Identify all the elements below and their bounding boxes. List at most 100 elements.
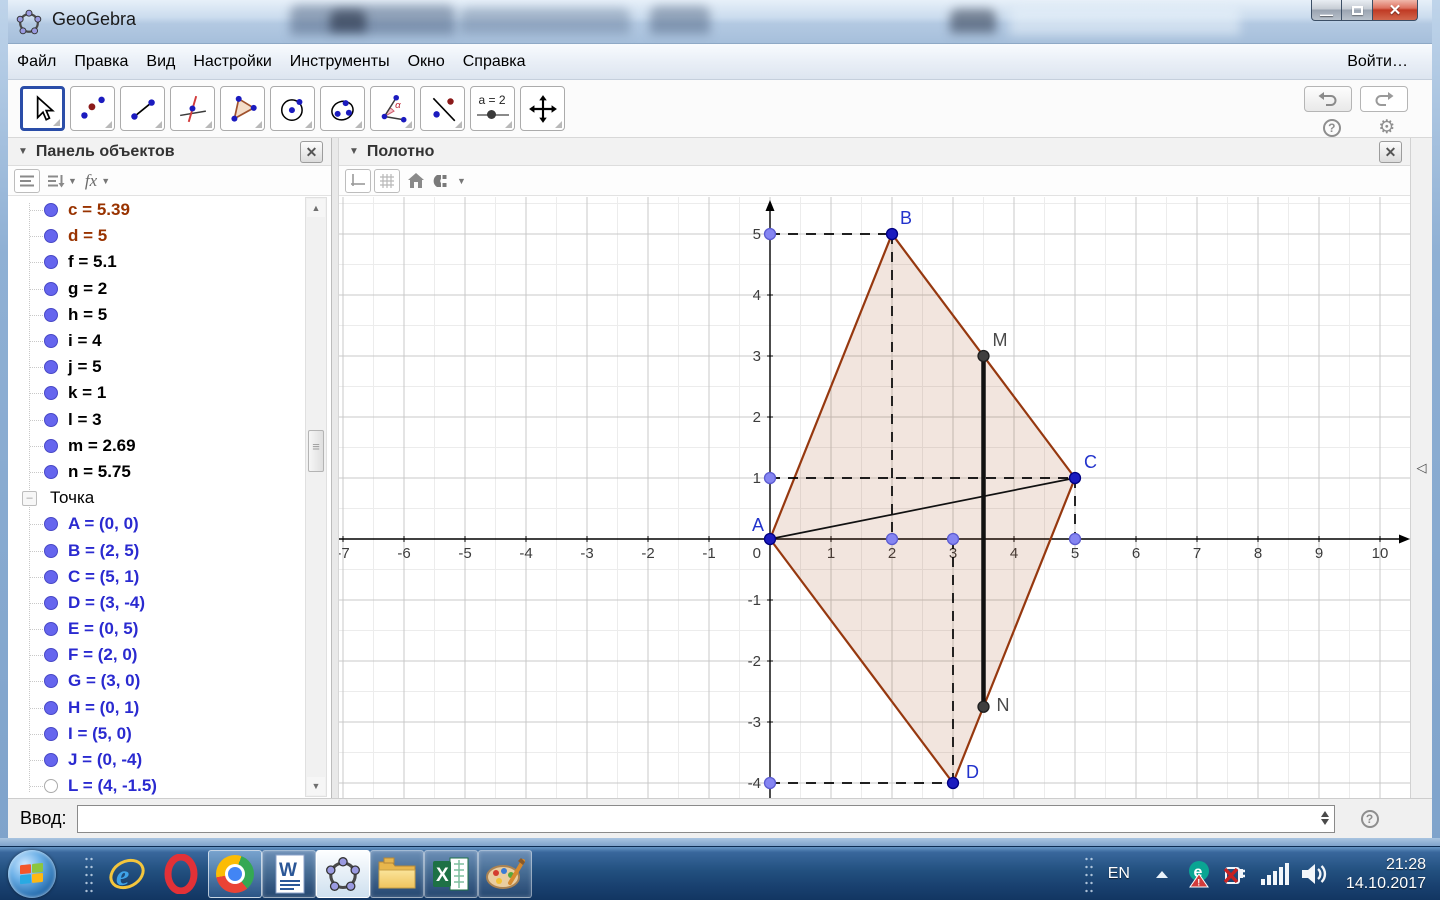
panel-splitter[interactable]: ◁ xyxy=(1410,138,1432,798)
fx-style-button[interactable]: fx ▼ xyxy=(85,171,110,191)
taskbar-paint-button[interactable] xyxy=(478,850,532,898)
taskbar-chrome-button[interactable] xyxy=(208,850,262,898)
scroll-down-icon[interactable]: ▼ xyxy=(307,777,325,795)
menu-file[interactable]: Файл xyxy=(8,53,65,71)
list-item[interactable]: g = 2 xyxy=(8,276,304,302)
menu-edit[interactable]: Правка xyxy=(65,53,137,71)
tool-slider-button[interactable]: a = 2 xyxy=(470,86,515,131)
list-item[interactable]: h = 5 xyxy=(8,302,304,328)
maximize-button[interactable] xyxy=(1342,0,1372,21)
object-visibility-dot[interactable] xyxy=(44,439,58,453)
power-plug-tray-icon[interactable] xyxy=(1222,861,1250,887)
tool-perpendicular-line-button[interactable] xyxy=(170,86,215,131)
object-visibility-dot[interactable] xyxy=(44,674,58,688)
help-icon[interactable]: ? xyxy=(1323,119,1341,137)
axes-toggle-button[interactable] xyxy=(345,169,371,193)
list-item[interactable]: n = 5.75 xyxy=(8,459,304,485)
tool-polygon-button[interactable] xyxy=(220,86,265,131)
taskbar-internet-explorer-button[interactable]: e xyxy=(100,850,154,898)
taskbar-excel-button[interactable]: X xyxy=(424,850,478,898)
list-item[interactable]: D = (3, -4) xyxy=(8,590,304,616)
language-indicator[interactable]: EN xyxy=(1108,865,1130,883)
minimize-button[interactable]: — xyxy=(1311,0,1342,21)
object-visibility-dot[interactable] xyxy=(44,570,58,584)
input-help-icon[interactable]: ? xyxy=(1361,810,1379,828)
object-visibility-dot[interactable] xyxy=(44,360,58,374)
menu-view[interactable]: Вид xyxy=(137,53,184,71)
list-item[interactable]: c = 5.39 xyxy=(8,197,304,223)
sort-mode-button[interactable]: ▼ xyxy=(47,174,77,188)
taskbar-word-button[interactable]: W xyxy=(262,850,316,898)
menu-window[interactable]: Окно xyxy=(399,53,454,71)
object-visibility-dot[interactable] xyxy=(44,622,58,636)
taskbar-opera-button[interactable] xyxy=(154,850,208,898)
point-capturing-button[interactable]: ▼ xyxy=(433,172,466,190)
object-visibility-dot[interactable] xyxy=(44,386,58,400)
taskbar-geogebra-button[interactable] xyxy=(316,850,370,898)
list-item[interactable]: E = (0, 5) xyxy=(8,616,304,642)
menu-settings[interactable]: Настройки xyxy=(184,53,280,71)
gear-icon[interactable]: ⚙ xyxy=(1378,119,1395,137)
object-visibility-dot[interactable] xyxy=(44,413,58,427)
scroll-up-icon[interactable]: ▲ xyxy=(307,199,325,217)
tool-angle-button[interactable]: α xyxy=(370,86,415,131)
tool-move-button[interactable] xyxy=(20,86,65,131)
auxiliary-objects-toggle[interactable] xyxy=(14,169,40,193)
list-item[interactable]: G = (3, 0) xyxy=(8,668,304,694)
tool-conic-button[interactable] xyxy=(320,86,365,131)
tool-segment-button[interactable] xyxy=(120,86,165,131)
menu-tools[interactable]: Инструменты xyxy=(281,53,399,71)
object-visibility-dot[interactable] xyxy=(44,517,58,531)
home-view-button[interactable] xyxy=(407,172,425,189)
tool-point-button[interactable] xyxy=(70,86,115,131)
scrollbar-thumb[interactable] xyxy=(308,430,324,472)
collapse-group-icon[interactable]: – xyxy=(22,491,37,506)
list-item[interactable]: I = (5, 0) xyxy=(8,721,304,747)
list-item[interactable]: l = 3 xyxy=(8,407,304,433)
network-signal-tray-icon[interactable] xyxy=(1260,862,1290,886)
graphics-canvas[interactable]: -7-6-5-4-3-2-112345678910-4-3-2-1123450A… xyxy=(339,197,1410,798)
tool-reflect-button[interactable] xyxy=(420,86,465,131)
object-visibility-dot[interactable] xyxy=(44,203,58,217)
start-button[interactable] xyxy=(8,850,56,898)
panel-menu-arrow-icon[interactable]: ▼ xyxy=(18,146,28,157)
input-history-spinner[interactable] xyxy=(1321,811,1329,825)
command-input[interactable] xyxy=(77,805,1335,833)
object-visibility-dot[interactable] xyxy=(44,334,58,348)
redo-button[interactable] xyxy=(1360,86,1408,112)
object-visibility-dot[interactable] xyxy=(44,544,58,558)
list-item[interactable]: f = 5.1 xyxy=(8,249,304,275)
list-item[interactable]: k = 1 xyxy=(8,380,304,406)
list-item[interactable]: F = (2, 0) xyxy=(8,642,304,668)
tool-circle-button[interactable] xyxy=(270,86,315,131)
grid-toggle-button[interactable] xyxy=(374,169,400,193)
list-item[interactable]: C = (5, 1) xyxy=(8,564,304,590)
list-item[interactable]: H = (0, 1) xyxy=(8,695,304,721)
clock[interactable]: 21:28 14.10.2017 xyxy=(1346,855,1426,893)
title-bar[interactable]: GeoGebra — ✕ xyxy=(0,0,1440,44)
object-visibility-dot[interactable] xyxy=(44,282,58,296)
tool-move-canvas-button[interactable] xyxy=(520,86,565,131)
close-button[interactable]: ✕ xyxy=(1372,0,1418,21)
object-visibility-dot[interactable] xyxy=(44,308,58,322)
point-group-header[interactable]: –Точка xyxy=(8,485,304,511)
taskbar-explorer-button[interactable] xyxy=(370,850,424,898)
antivirus-tray-icon[interactable]: e ! xyxy=(1186,860,1212,888)
object-visibility-dot[interactable] xyxy=(44,255,58,269)
menu-help[interactable]: Справка xyxy=(454,53,535,71)
object-visibility-dot[interactable] xyxy=(44,229,58,243)
panel-menu-arrow-icon[interactable]: ▼ xyxy=(349,146,359,157)
object-visibility-dot[interactable] xyxy=(44,596,58,610)
collapse-left-icon[interactable]: ◁ xyxy=(1417,460,1427,476)
list-item[interactable]: B = (2, 5) xyxy=(8,537,304,563)
list-item[interactable]: A = (0, 0) xyxy=(8,511,304,537)
object-visibility-dot[interactable] xyxy=(44,648,58,662)
object-visibility-dot[interactable] xyxy=(44,465,58,479)
sign-in-link[interactable]: Войти… xyxy=(1347,53,1408,71)
list-item[interactable]: i = 4 xyxy=(8,328,304,354)
volume-tray-icon[interactable] xyxy=(1300,861,1330,887)
list-item[interactable]: L = (4, -1.5) xyxy=(8,773,304,798)
object-visibility-dot[interactable] xyxy=(44,753,58,767)
algebra-close-icon[interactable]: ✕ xyxy=(300,141,323,163)
algebra-scrollbar[interactable]: ▲ ▼ xyxy=(305,197,327,797)
